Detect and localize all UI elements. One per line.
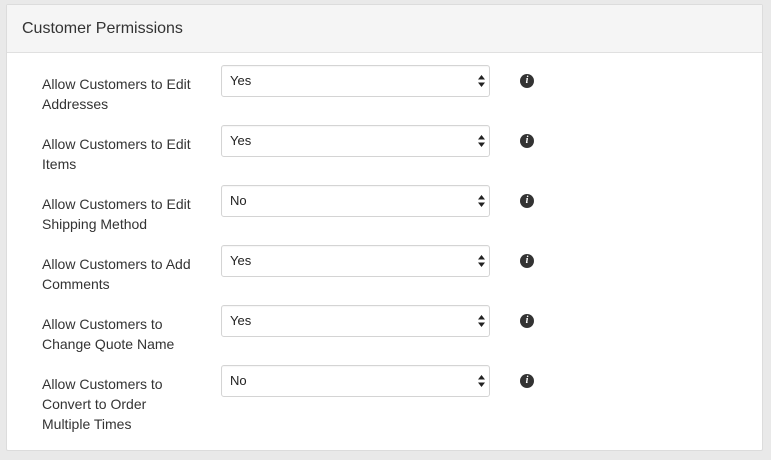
permission-label-line: Addresses (42, 96, 109, 112)
select-arrows-icon (478, 135, 485, 147)
permission-label-line: Allow Customers to Edit (42, 76, 191, 92)
select-value: No (230, 193, 247, 208)
info-icon[interactable]: i (520, 134, 534, 148)
permission-label-line: Change Quote Name (42, 336, 175, 352)
permission-label-line: Shipping Method (42, 216, 148, 232)
select-arrows-icon (478, 75, 485, 87)
info-icon[interactable]: i (520, 314, 534, 328)
permission-label: Allow Customers to Change Quote Name (42, 314, 207, 354)
permission-label-line: Multiple Times (42, 416, 132, 432)
customer-permissions-panel: Customer Permissions Allow Customers to … (6, 4, 763, 451)
info-icon[interactable]: i (520, 74, 534, 88)
edit-items-select[interactable]: Yes (221, 125, 490, 157)
info-icon[interactable]: i (520, 374, 534, 388)
edit-addresses-select[interactable]: Yes (221, 65, 490, 97)
permission-label-line: Items (42, 156, 77, 172)
permission-row-convert-to-order: Allow Customers to Convert to Order Mult… (7, 365, 762, 454)
permission-label-line: Allow Customers to Edit (42, 136, 191, 152)
permission-label-line: Allow Customers to (42, 376, 163, 392)
convert-to-order-select[interactable]: No (221, 365, 490, 397)
permission-label: Allow Customers to Add Comments (42, 254, 207, 294)
permission-label-line: Convert to Order (42, 396, 147, 412)
select-value: No (230, 373, 247, 388)
select-arrows-icon (478, 195, 485, 207)
select-value: Yes (230, 313, 252, 328)
permission-label-line: Allow Customers to Add (42, 256, 191, 272)
select-arrows-icon (478, 375, 485, 387)
info-icon[interactable]: i (520, 254, 534, 268)
permission-label-line: Comments (42, 276, 110, 292)
info-icon[interactable]: i (520, 194, 534, 208)
select-arrows-icon (478, 255, 485, 267)
edit-shipping-method-select[interactable]: No (221, 185, 490, 217)
select-value: Yes (230, 253, 252, 268)
select-value: Yes (230, 133, 252, 148)
permission-label: Allow Customers to Convert to Order Mult… (42, 374, 207, 434)
change-quote-name-select[interactable]: Yes (221, 305, 490, 337)
permission-label: Allow Customers to Edit Items (42, 134, 207, 174)
panel-title: Customer Permissions (7, 5, 762, 53)
permission-label: Allow Customers to Edit Addresses (42, 74, 207, 114)
permission-label-line: Allow Customers to Edit (42, 196, 191, 212)
permission-label: Allow Customers to Edit Shipping Method (42, 194, 207, 234)
add-comments-select[interactable]: Yes (221, 245, 490, 277)
select-value: Yes (230, 73, 252, 88)
permission-label-line: Allow Customers to (42, 316, 163, 332)
select-arrows-icon (478, 315, 485, 327)
